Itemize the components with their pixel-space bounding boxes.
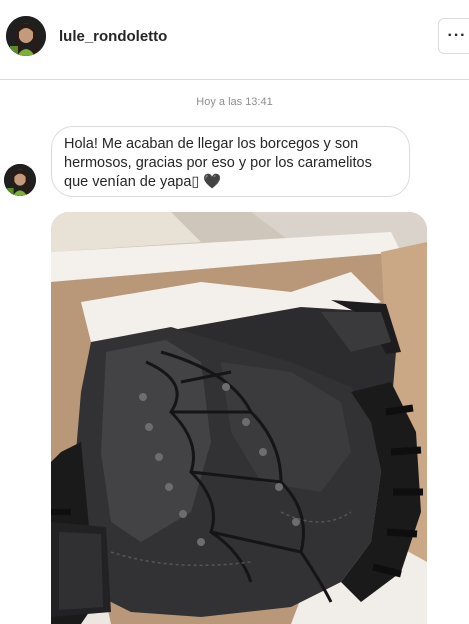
sender-avatar[interactable]	[4, 164, 36, 196]
chat-username[interactable]: lule_rondoletto	[59, 28, 167, 45]
message-bubble[interactable]: Hola! Me acaban de llegar los borcegos y…	[51, 126, 410, 197]
boots-in-box-photo	[51, 212, 427, 624]
message-text: Hola! Me acaban de llegar los borcegos y…	[64, 136, 372, 190]
profile-avatar-icon	[6, 16, 46, 56]
profile-avatar[interactable]	[6, 16, 46, 56]
message-timestamp: Hoy a las 13:41	[196, 96, 273, 108]
photo-attachment[interactable]	[51, 212, 427, 624]
more-options-button[interactable]: ···	[438, 18, 469, 54]
chat-header: lule_rondoletto ···	[0, 0, 469, 80]
sender-avatar-icon	[4, 164, 36, 196]
more-options-icon: ···	[447, 27, 467, 44]
